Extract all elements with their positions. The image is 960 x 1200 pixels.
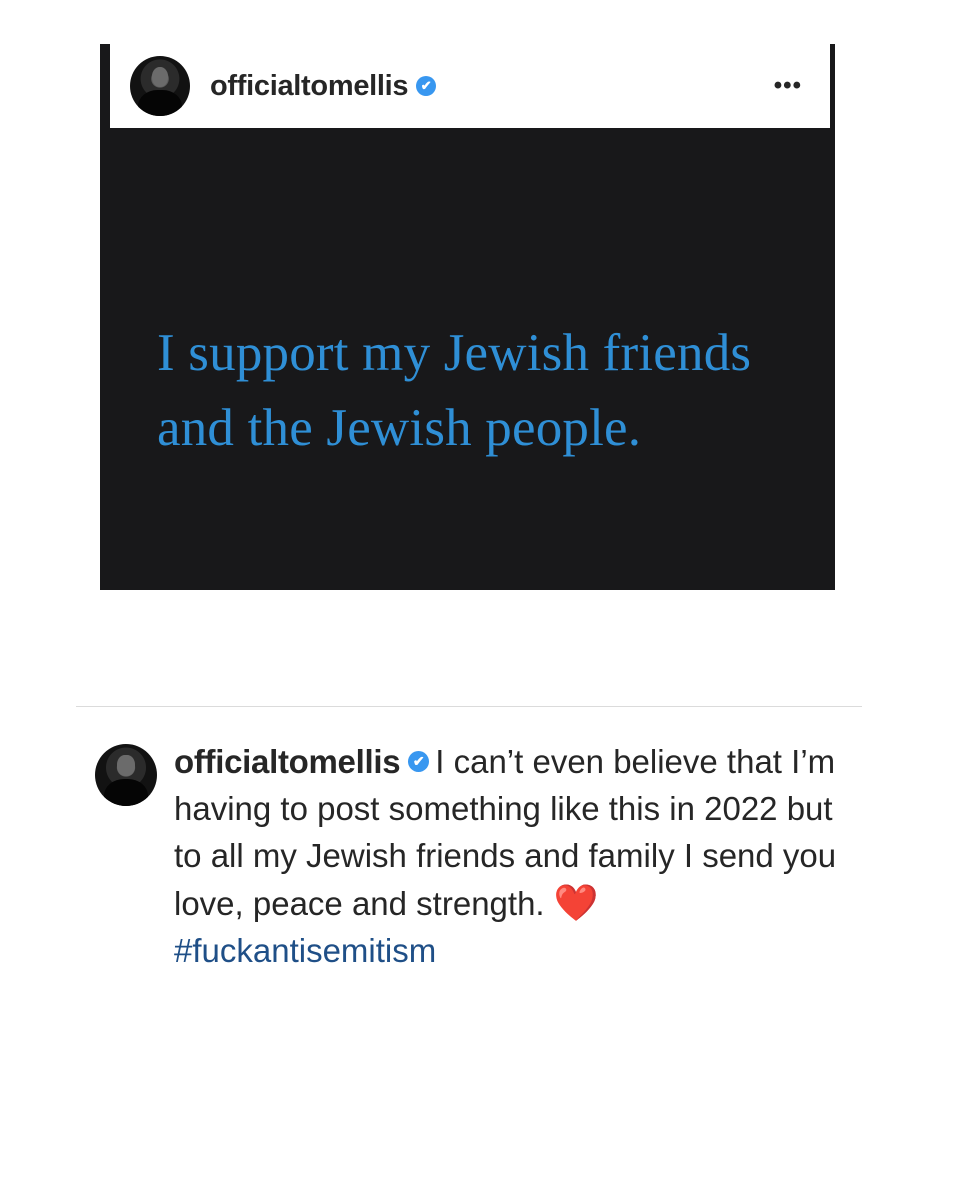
- post-image-text: I support my Jewish friends and the Jewi…: [157, 324, 752, 457]
- heart-emoji-icon: ❤️: [553, 882, 599, 923]
- verified-badge-icon: ✔: [416, 76, 437, 96]
- post-header: officialtomellis ✔ •••: [110, 44, 830, 128]
- divider: [76, 706, 862, 707]
- avatar-shoulders: [138, 89, 182, 116]
- verified-badge-icon: ✔: [408, 750, 430, 772]
- post-username[interactable]: officialtomellis: [210, 70, 409, 103]
- avatar-head: [117, 755, 135, 777]
- avatar[interactable]: [130, 56, 190, 116]
- avatar-head: [151, 66, 169, 88]
- avatar-shoulders: [103, 778, 149, 806]
- post-caption: officialtomellis ✔ I can’t even believe th…: [174, 738, 854, 974]
- caption-username[interactable]: officialtomellis: [174, 743, 401, 780]
- caption-avatar[interactable]: [95, 744, 157, 806]
- more-options-button[interactable]: •••: [774, 72, 802, 100]
- hashtag-link[interactable]: #fuckantisemitism: [174, 932, 436, 969]
- post-card: officialtomellis ✔ ••• I support my Jewi…: [100, 44, 835, 590]
